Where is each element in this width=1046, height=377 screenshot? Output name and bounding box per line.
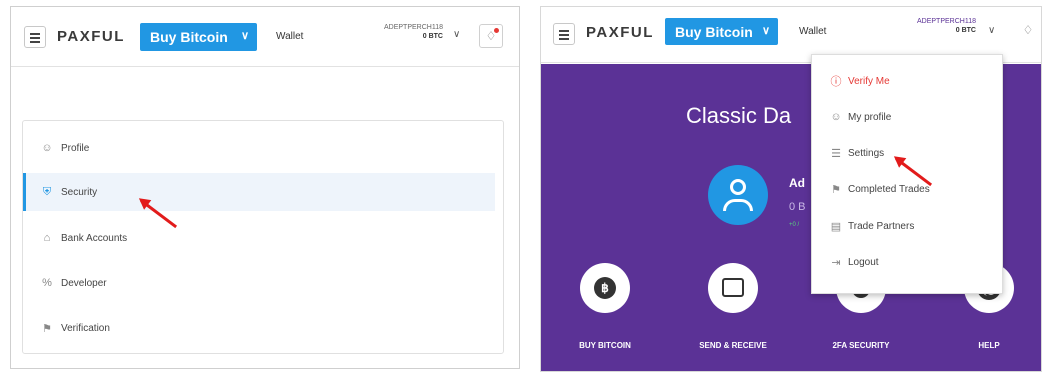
top-navbar: PAXFUL Buy Bitcoin ∨ Wallet ADEPTPERCH11… [11,7,519,67]
username: ADEPTPERCH118 [916,18,976,25]
bank-icon: ⌂ [43,232,51,244]
bell-icon[interactable]: ♢ [1016,19,1040,43]
user-account[interactable]: ADEPTPERCH118 0 BTC [881,18,976,34]
dashboard-screenshot: PAXFUL Buy Bitcoin ∨ Wallet ADEPTPERCH11… [540,6,1042,372]
menu-item-label: Trade Partners [848,220,915,232]
avatar-head [730,179,746,195]
chevron-down-icon: ∨ [240,30,249,42]
flag-icon: ⚑ [831,183,841,196]
wallet-icon [722,278,744,297]
action-label: 2FA SECURITY [832,341,890,350]
action-label: HELP [978,341,1000,350]
user-name: Ad [789,176,805,190]
menu-item-my-profile[interactable]: ☺ My profile [830,107,891,127]
settings-item-verification[interactable]: ⚑ Verification [23,309,495,347]
menu-item-trade-partners[interactable]: ▤ Trade Partners [830,216,915,236]
flag-icon: ⚑ [42,322,52,335]
settings-item-bank-accounts[interactable]: ⌂ Bank Accounts [23,219,495,257]
user-account[interactable]: ADEPTPERCH118 0 BTC [348,24,443,40]
contacts-icon: ▤ [830,220,842,233]
settings-item-label: Developer [61,277,107,289]
menu-item-label: Verify Me [848,75,890,87]
chevron-down-icon[interactable]: ∨ [453,29,460,40]
avatar [708,165,768,225]
buy-bitcoin-action[interactable]: ฿ [580,263,630,313]
avatar-body [723,199,753,211]
wallet-link[interactable]: Wallet [799,26,826,37]
settings-item-label: Profile [61,142,90,154]
user-dropdown-menu: ⓘ Verify Me ☺ My profile ☰ Settings ⚑ Co… [811,54,1003,294]
settings-item-security[interactable]: ⛨ Security [23,173,495,211]
bitcoin-icon: ฿ [594,277,616,299]
settings-nav: ☺ Profile ⛨ Security ⌂ Bank Accounts % D… [22,120,504,354]
action-label: SEND & RECEIVE [699,341,767,350]
logout-icon: ⇥ [831,256,841,269]
menu-icon[interactable] [553,23,575,45]
user-icon: ☺ [41,142,53,154]
settings-item-developer[interactable]: % Developer [23,264,495,302]
menu-item-completed-trades[interactable]: ⚑ Completed Trades [830,179,930,199]
bell-icon[interactable]: ♢ [479,24,503,48]
menu-item-label: My profile [848,111,892,123]
page-title: Classic Da [686,103,792,128]
menu-item-label: Logout [848,256,879,268]
shield-icon: ⛨ [42,185,52,198]
sliders-icon: ☰ [831,147,841,160]
action-label: BUY BITCOIN [579,341,631,350]
balance: 0 BTC [955,27,976,34]
menu-item-label: Settings [848,147,885,159]
buy-bitcoin-label: Buy Bitcoin [150,29,228,45]
chevron-down-icon[interactable]: ∨ [988,25,995,36]
user-balance: 0 B [789,201,806,213]
menu-item-logout[interactable]: ⇥ Logout [830,252,879,272]
buy-bitcoin-button[interactable]: Buy Bitcoin ∨ [140,23,257,51]
wallet-link[interactable]: Wallet [276,31,303,42]
menu-item-label: Completed Trades [848,183,930,195]
menu-item-settings[interactable]: ☰ Settings [830,143,884,163]
balance: 0 BTC [422,33,443,40]
buy-bitcoin-button[interactable]: Buy Bitcoin ∨ [665,18,778,45]
menu-icon[interactable] [24,26,46,48]
send-receive-action[interactable] [708,263,758,313]
buy-bitcoin-label: Buy Bitcoin [675,24,753,40]
chevron-down-icon: ∨ [761,25,770,37]
paxful-logo[interactable]: PAXFUL [586,24,654,41]
username: ADEPTPERCH118 [383,24,443,31]
menu-item-verify-me[interactable]: ⓘ Verify Me [830,71,890,91]
settings-item-label: Verification [61,322,110,334]
settings-item-label: Bank Accounts [61,232,128,244]
settings-item-label: Security [61,186,98,198]
code-icon: % [42,277,52,289]
settings-item-profile[interactable]: ☺ Profile [23,129,495,167]
user-icon: ☺ [830,111,842,123]
paxful-logo[interactable]: PAXFUL [57,28,125,45]
trade-stat: +0 / [789,222,800,228]
alert-icon: ⓘ [830,76,842,88]
settings-screenshot: PAXFUL Buy Bitcoin ∨ Wallet ADEPTPERCH11… [10,6,520,369]
notification-dot [494,28,499,33]
